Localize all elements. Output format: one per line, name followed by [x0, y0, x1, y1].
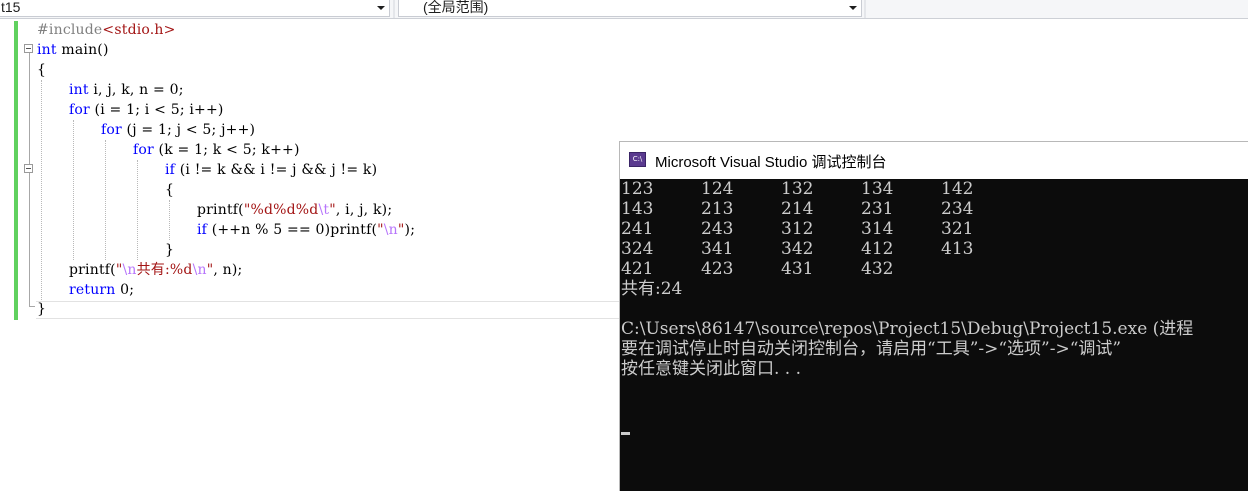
- code-line: int main(): [37, 42, 109, 58]
- code-line: for (k = 1; k < 5; k++): [133, 142, 300, 158]
- code-line: {: [37, 62, 47, 78]
- press-key-line: 按任意键关闭此窗口. . .: [621, 359, 802, 379]
- fold-collapse-icon[interactable]: [24, 164, 33, 173]
- code-line: for (j = 1; j < 5; j++): [101, 122, 256, 138]
- code-line: if (++n % 5 == 0)printf("\n");: [197, 222, 416, 238]
- navigation-bar: t15 (全局范围): [0, 0, 1248, 19]
- outline-end: [29, 306, 35, 307]
- fold-collapse-icon[interactable]: [24, 44, 33, 53]
- exit-line: C:\Users\86147\source\repos\Project15\De…: [621, 319, 1194, 339]
- console-title: Microsoft Visual Studio 调试控制台: [655, 154, 887, 171]
- code-line: }: [165, 242, 175, 258]
- indent-guide: [137, 160, 138, 260]
- code-line: printf("\n共有:%d\n", n);: [69, 262, 243, 278]
- code-line: {: [165, 182, 175, 198]
- total-line: 共有:24: [621, 279, 683, 299]
- change-tracking-bar: [14, 21, 18, 320]
- indent-guide: [41, 80, 42, 300]
- indent-guide: [73, 120, 74, 260]
- code-line: if (i != k && i != j && j != k): [165, 162, 378, 178]
- code-line: for (i = 1; i < 5; i++): [69, 102, 224, 118]
- divider: [393, 0, 395, 18]
- dropdown-arrow-icon: [377, 6, 385, 10]
- project-combo[interactable]: t15: [0, 0, 390, 17]
- scope-combo[interactable]: (全局范围): [398, 0, 862, 17]
- code-line: }: [37, 301, 47, 317]
- outline-line: [29, 53, 30, 306]
- dropdown-arrow-icon: [849, 6, 857, 10]
- indent-guide: [105, 140, 106, 260]
- divider: [864, 0, 866, 18]
- text-cursor: [621, 432, 630, 435]
- console-app-icon: C:\: [629, 152, 646, 167]
- code-line: printf("%d%d%d\t", i, j, k);: [197, 202, 393, 218]
- code-line: int i, j, k, n = 0;: [69, 82, 184, 98]
- console-title-bar[interactable]: C:\ Microsoft Visual Studio 调试控制台: [620, 142, 1248, 179]
- code-line: return 0;: [69, 282, 135, 298]
- scope-combo-value: (全局范围): [423, 0, 489, 15]
- project-combo-value: t15: [1, 0, 21, 15]
- debug-console-window[interactable]: C:\ Microsoft Visual Studio 调试控制台 123 12…: [619, 141, 1248, 491]
- code-line: #include<stdio.h>: [37, 22, 176, 38]
- console-output[interactable]: 123 124 132 134 142 143 213 214 231 234 …: [620, 179, 1248, 491]
- hint-line: 要在调试停止时自动关闭控制台，请启用“工具”->“选项”->“调试”: [621, 339, 1122, 359]
- indent-guide: [169, 200, 170, 240]
